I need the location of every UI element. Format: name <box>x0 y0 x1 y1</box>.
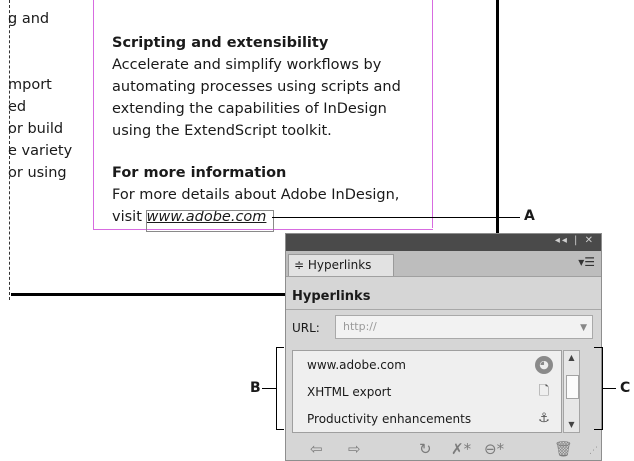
delete-link-icon[interactable]: ✗* <box>451 440 471 458</box>
callout-a-line <box>272 217 520 218</box>
list-item[interactable]: Productivity enhancements ⚓ <box>293 406 561 433</box>
panel-divider <box>286 309 601 310</box>
visit-text: visit <box>112 209 147 225</box>
callout-b-bracket <box>276 347 277 430</box>
left-line: e variety <box>8 143 73 159</box>
left-line: g and <box>8 11 50 27</box>
trash-icon[interactable]: 🗑 <box>554 440 573 458</box>
list-item[interactable]: XHTML export 🗋 <box>293 379 561 406</box>
list-item-label: Productivity enhancements <box>307 412 472 426</box>
panel-title-bar[interactable]: ◂◂ | ✕ <box>286 234 601 251</box>
scroll-down-icon[interactable]: ▼ <box>564 418 579 432</box>
panel-menu-icon[interactable]: ▾☰ <box>578 255 595 269</box>
tab-hyperlinks[interactable]: ≑ Hyperlinks <box>288 254 394 276</box>
url-label: URL: <box>292 321 320 335</box>
refresh-icon[interactable]: ↻ <box>419 440 432 458</box>
callout-c-line <box>602 388 616 389</box>
panel-heading: Hyperlinks <box>292 289 371 304</box>
next-arrow-icon[interactable]: ⇨ <box>348 440 361 458</box>
right-column-text: Scripting and extensibility Accelerate a… <box>112 32 432 228</box>
hyperlink-source-box[interactable] <box>146 210 274 232</box>
callout-c-label: C <box>620 380 631 396</box>
section-heading-scripting: Scripting and extensibility <box>112 35 329 51</box>
list-item-label: XHTML export <box>307 385 392 399</box>
left-line: or build <box>8 121 64 137</box>
section-heading-more-info: For more information <box>112 165 287 181</box>
hyperlinks-panel: ◂◂ | ✕ ≑ Hyperlinks ▾☰ Hyperlinks URL: h… <box>285 233 602 461</box>
callout-b-bracket-bottom <box>276 429 284 430</box>
body-line: Accelerate and simplify workflows by <box>112 57 382 73</box>
panel-tab-row: ≑ Hyperlinks ▾☰ <box>286 251 601 277</box>
resize-grip-icon[interactable]: ⋰ <box>589 446 598 456</box>
callout-c-bracket-bottom <box>594 429 602 430</box>
panel-toolbar: ⇦ ⇨ ↻ ✗* ⊖* 🗑 ⋰ <box>286 438 601 460</box>
hyperlinks-list: www.adobe.com ◕ XHTML export 🗋 Productiv… <box>292 350 562 433</box>
callout-a-label: A <box>524 208 535 224</box>
page-border-vertical <box>496 0 499 237</box>
page-icon: 🗋 <box>538 384 550 399</box>
left-line <box>8 30 88 52</box>
list-item-label: www.adobe.com <box>307 358 406 372</box>
collapse-close-icons[interactable]: ◂◂ | ✕ <box>555 235 595 246</box>
text-frame-left-edge <box>93 0 94 230</box>
left-line <box>8 52 88 74</box>
body-line: extending the capabilities of InDesign <box>112 101 387 117</box>
body-line: using the ExtendScript toolkit. <box>112 123 332 139</box>
left-line: ed <box>8 99 27 115</box>
page-border-horizontal <box>11 293 289 296</box>
left-line: mport <box>8 77 52 93</box>
anchor-icon: ⚓ <box>538 411 550 426</box>
url-input[interactable]: http:// ▼ <box>335 315 593 339</box>
list-item[interactable]: www.adobe.com ◕ <box>293 352 561 379</box>
text-frame-right-edge <box>432 0 433 228</box>
globe-icon: ◕ <box>535 356 553 374</box>
left-line: or using <box>8 165 67 181</box>
url-value: http:// <box>343 320 377 333</box>
scroll-up-icon[interactable]: ▲ <box>564 351 579 365</box>
body-line: automating processes using scripts and <box>112 79 401 95</box>
list-scrollbar[interactable]: ▲ ▼ <box>563 350 580 433</box>
body-line: For more details about Adobe InDesign, <box>112 187 400 203</box>
callout-b-line <box>262 388 276 389</box>
callout-c-bracket-top <box>594 347 602 348</box>
left-column-text: g and mport ed or build e variety or usi… <box>8 8 88 184</box>
callout-b-bracket-top <box>276 347 284 348</box>
chain-icon[interactable]: ⊖* <box>484 440 504 458</box>
prev-arrow-icon[interactable]: ⇦ <box>310 440 323 458</box>
scroll-thumb[interactable] <box>566 375 579 399</box>
callout-b-label: B <box>250 380 261 396</box>
chevron-down-icon[interactable]: ▼ <box>580 317 587 339</box>
